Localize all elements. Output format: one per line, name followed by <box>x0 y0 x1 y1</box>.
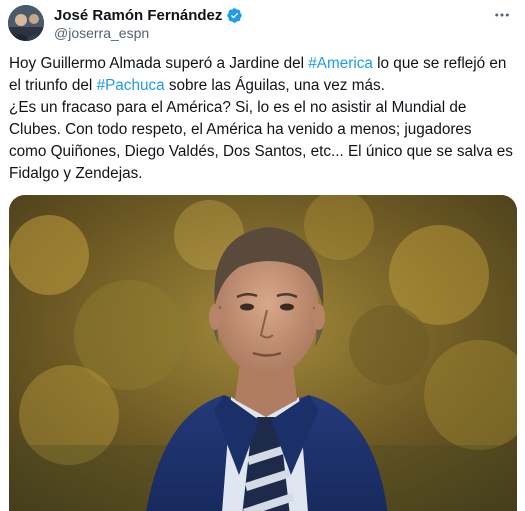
tweet-text-line: ¿Es un fracaso para el América? Si, lo e… <box>9 97 519 119</box>
tweet-text-segment: Hoy Guillermo Almada superó a Jardine de… <box>9 55 309 72</box>
more-horizontal-icon <box>495 13 509 17</box>
hashtag-link[interactable]: #Pachuca <box>97 77 165 94</box>
tweet-text-segment: ¿Es un fracaso para el América? Si, lo e… <box>9 99 467 116</box>
display-name[interactable]: José Ramón Fernández <box>54 7 222 24</box>
avatar[interactable] <box>8 5 44 41</box>
tweet-text-segment: lo que se reflejó en <box>372 55 507 72</box>
avatar-image <box>8 5 44 41</box>
tweet-card: José Ramón Fernández @joserra_espn Hoy G… <box>0 0 525 511</box>
tweet-text-segment: sobre las Águilas, una vez más. <box>164 77 385 94</box>
tweet-text-line: como Quiñones, Diego Valdés, Dos Santos,… <box>9 141 519 163</box>
more-options-button[interactable] <box>489 4 515 26</box>
name-row: José Ramón Fernández <box>54 5 243 25</box>
tweet-text: Hoy Guillermo Almada superó a Jardine de… <box>9 53 519 185</box>
coach-photo <box>9 195 517 511</box>
tweet-text-segment: como Quiñones, Diego Valdés, Dos Santos,… <box>9 143 513 160</box>
tweet-header: José Ramón Fernández @joserra_espn <box>0 0 525 48</box>
tweet-media-photo[interactable] <box>9 195 517 511</box>
tweet-text-line: Hoy Guillermo Almada superó a Jardine de… <box>9 53 519 75</box>
user-handle[interactable]: @joserra_espn <box>54 25 149 41</box>
tweet-text-segment: Clubes. Con todo respeto, el América ha … <box>9 121 472 138</box>
tweet-text-segment: Fidalgo y Zendejas. <box>9 165 143 182</box>
hashtag-link[interactable]: #America <box>308 55 373 72</box>
tweet-text-line: Clubes. Con todo respeto, el América ha … <box>9 119 519 141</box>
tweet-text-segment: el triunfo del <box>9 77 97 94</box>
verified-badge-icon <box>226 7 243 24</box>
tweet-text-line: Fidalgo y Zendejas. <box>9 163 519 185</box>
tweet-text-line: el triunfo del #Pachuca sobre las Águila… <box>9 75 519 97</box>
